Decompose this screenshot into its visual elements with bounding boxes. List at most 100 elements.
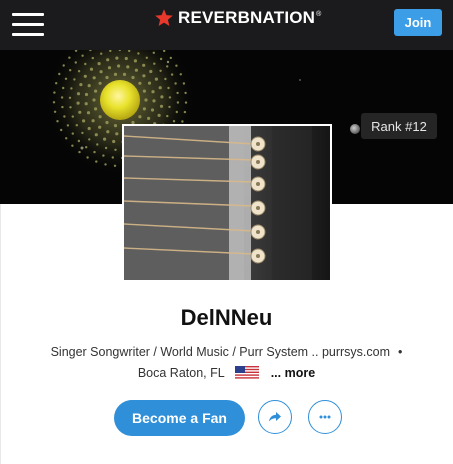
genre-description: Singer Songwriter / World Music / Purr S… [50, 345, 391, 359]
firework-dot [77, 70, 81, 73]
firework-dot [142, 63, 146, 67]
firework-dot [142, 107, 146, 111]
firework-dot [144, 98, 148, 102]
more-link[interactable]: ... more [271, 366, 315, 380]
firework-dot [73, 78, 76, 81]
location-row: Boca Raton, FL ... more [0, 366, 453, 380]
firework-dot [149, 69, 153, 74]
firework-dot [112, 139, 116, 144]
firework-dot [102, 154, 105, 157]
firework-dot [113, 164, 117, 167]
firework-dot [179, 73, 182, 76]
firework-dot [52, 101, 56, 104]
firework-dot [166, 65, 169, 68]
firework-dot [114, 148, 117, 151]
artist-name: DelNNeu [180, 305, 273, 330]
firework-dot [113, 72, 118, 76]
firework-dot [81, 131, 84, 135]
firework-dot [91, 56, 95, 60]
firework-dot [84, 92, 89, 97]
firework-dot [152, 99, 156, 103]
firework-dot [176, 91, 179, 95]
firework-dot [157, 113, 161, 117]
top-navigation-bar: REVERBNATION ® Join [0, 0, 453, 50]
firework-dot [87, 126, 91, 131]
firework-dot [100, 52, 103, 55]
firework-dot [172, 120, 176, 123]
share-button[interactable] [258, 400, 292, 434]
firework-dot [115, 56, 119, 60]
firework-dot [88, 138, 91, 141]
firework-dot [86, 111, 91, 115]
firework-dot [168, 96, 172, 99]
firework-dot [145, 56, 148, 59]
firework-dot [104, 146, 108, 150]
artist-profile-photo[interactable] [122, 124, 332, 282]
firework-dot [69, 69, 72, 72]
firework-dot [164, 77, 167, 81]
become-a-fan-button[interactable]: Become a Fan [114, 400, 245, 436]
firework-dot [78, 150, 81, 154]
firework-dot [176, 101, 180, 104]
firework-dot [124, 56, 128, 61]
firework-dot [98, 81, 102, 85]
firework-dot [71, 115, 75, 118]
firework-dot [60, 96, 64, 99]
firework-dot [142, 89, 146, 93]
firework-dot [147, 116, 151, 120]
firework-dot [174, 82, 177, 85]
join-button[interactable]: Join [394, 9, 442, 36]
firework-dot [68, 96, 72, 99]
firework-dot [64, 77, 68, 80]
firework-dot [93, 150, 96, 154]
firework-dot [95, 160, 98, 163]
firework-dot [65, 137, 68, 140]
firework-dot [117, 64, 121, 68]
firework-dot [168, 105, 171, 109]
firework-dot [62, 64, 65, 67]
firework-dot [53, 91, 56, 94]
firework-dot [58, 72, 61, 76]
firework-dot [138, 115, 142, 119]
firework-dot [86, 156, 89, 159]
menu-icon[interactable] [12, 12, 44, 36]
reverbnation-logo[interactable]: REVERBNATION ® [154, 6, 321, 30]
firework-dot [60, 128, 63, 132]
firework-dot [99, 70, 103, 74]
firework-dot [115, 132, 119, 136]
share-arrow-icon [269, 412, 281, 422]
firework-dot [70, 87, 73, 90]
firework-dot [71, 132, 75, 135]
firework-dot [94, 133, 98, 137]
firework-dot [74, 61, 78, 64]
firework-dot [77, 139, 81, 143]
firework-dot [83, 74, 87, 78]
firework-dot [111, 156, 115, 159]
guitar-photo-image [124, 126, 330, 280]
firework-dot [134, 68, 138, 72]
firework-dot [66, 124, 70, 127]
firework-dot [133, 59, 137, 63]
firework-dot [96, 143, 99, 146]
firework-dot [91, 119, 95, 123]
firework-dot [159, 104, 164, 108]
firework-dot [104, 163, 107, 166]
firework-dot [169, 56, 172, 60]
firework-dot [137, 52, 140, 55]
firework-dot [76, 92, 81, 96]
brand-name: REVERBNATION [178, 8, 316, 27]
firework-dot [154, 77, 158, 81]
firework-dot [85, 146, 88, 149]
firework-dot [105, 120, 109, 125]
firework-dot [105, 75, 109, 80]
firework-dot [94, 89, 98, 93]
more-options-button[interactable] [308, 400, 342, 434]
artist-profile-page: REVERBNATION ® Join Rank #12 DelNNeu Sin… [0, 0, 453, 464]
firework-dot [84, 62, 87, 66]
firework-dot [61, 105, 64, 109]
firework-dot [97, 62, 101, 66]
firework-dot [87, 84, 91, 88]
firework-dot [147, 81, 152, 85]
firework-dot [142, 74, 146, 78]
firework-dot [69, 106, 72, 109]
